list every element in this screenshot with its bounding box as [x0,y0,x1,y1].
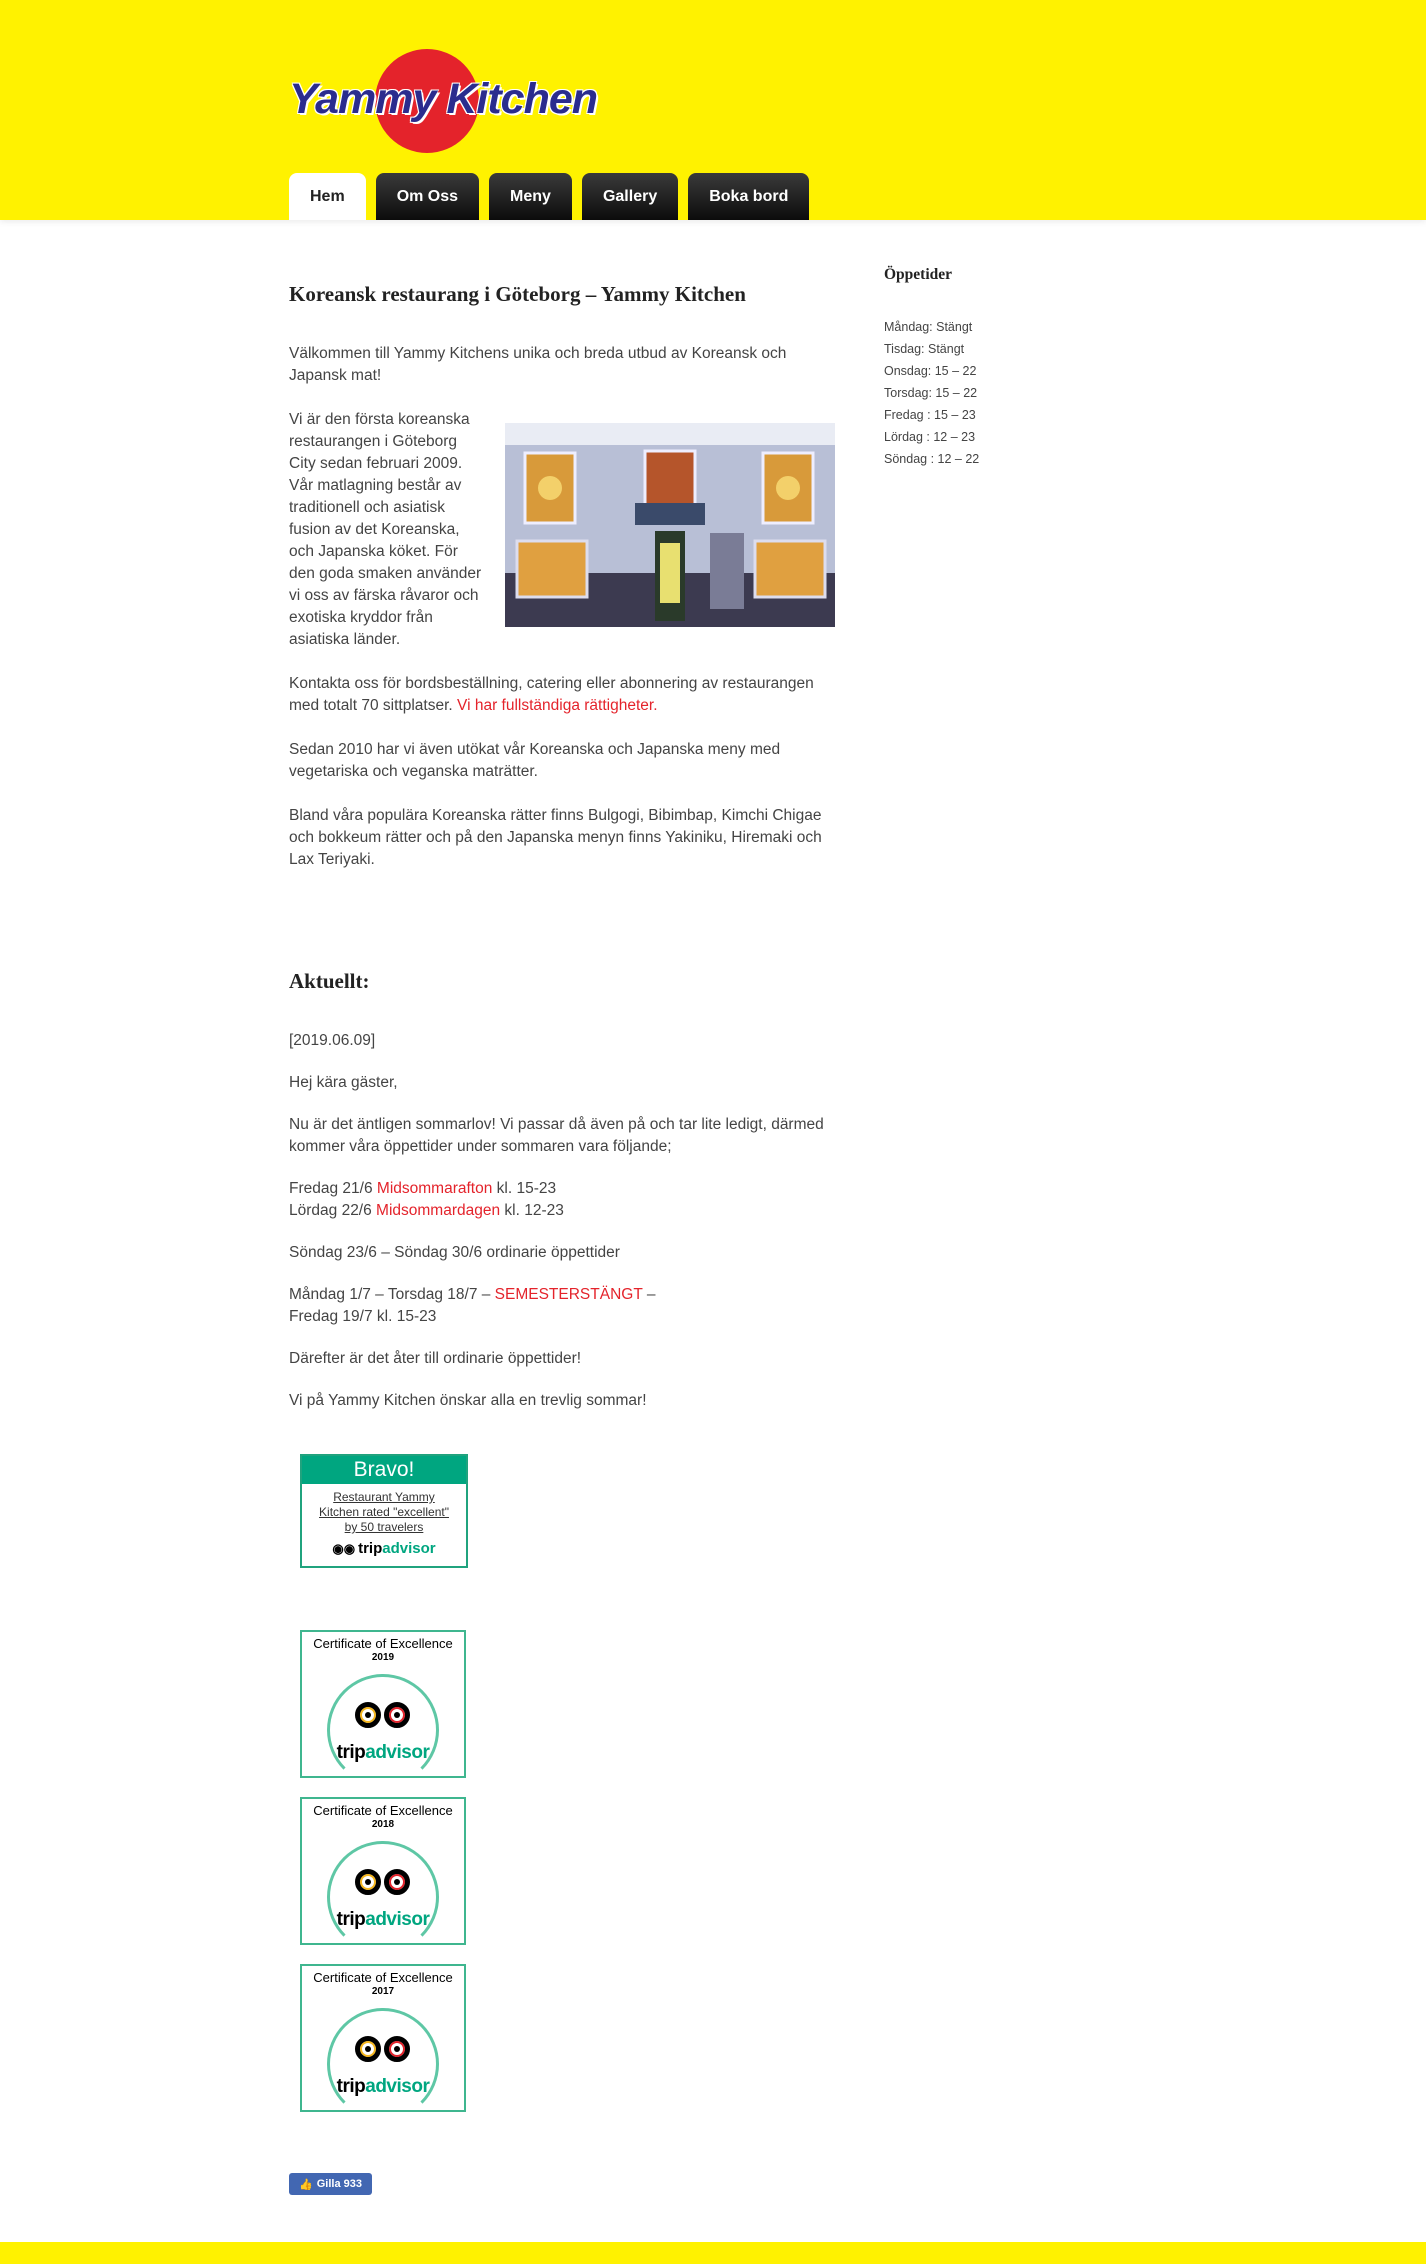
tripadvisor-logo: tripadvisor [336,1742,430,1763]
hours-item: Torsdag: 15 – 22 [884,386,978,400]
main-nav: Hem Om Oss Meny Gallery Boka bord [289,173,810,220]
facebook-like-button[interactable]: 👍 Gilla 933 [289,2173,372,2195]
cert-title: Certificate of Excellence [313,1803,453,1818]
hours-item: Onsdag: 15 – 22 [884,364,977,378]
news-date: [2019.06.09] [289,1032,376,1049]
cert-arc [327,1841,439,1953]
semesterstangt-link[interactable]: SEMESTERSTÄNGT [495,1286,643,1303]
vegan-text: Sedan 2010 har vi även utökat vår Korean… [289,741,781,780]
restaurant-photo[interactable] [505,423,835,627]
hours-item: Fredag : 15 – 23 [884,408,976,422]
tripadvisor-mini-logo: ◉◉ tripadvisor [332,1540,436,1557]
cert-title: Certificate of Excellence [313,1970,453,1985]
hours-heading: Öppetider [884,266,953,283]
nav-tab-gallery[interactable]: Gallery [581,173,679,220]
tripadvisor-logo: tripadvisor [336,2076,430,2097]
like-count: Gilla 933 [316,2178,362,2190]
news-sunday: Söndag 23/6 – Söndag 30/6 ordinarie öppe… [289,1244,620,1261]
news-midsummer: Fredag 21/6 Midsommarafton kl. 15-23 Lör… [289,1180,564,1219]
cert-year: 2017 [371,1986,395,1997]
owl-icon: ◉◉ [332,1540,356,1556]
news-heading: Aktuellt: [289,969,370,993]
nav-tab-meny[interactable]: Meny [489,173,572,220]
main-content: Koreansk restaurang i Göteborg – Yammy K… [289,280,835,1412]
site-header: Yammy Kitchen Hem Om Oss Meny Gallery Bo… [0,0,1426,220]
cert-year: 2019 [371,1652,395,1663]
about-section: Vi är den första koreanska restaurangen … [289,409,835,651]
nav-tab-hem[interactable]: Hem [289,173,366,220]
cert-arc [327,2008,439,2120]
opening-hours-list: Måndag: Stängt Tisdag: Stängt Onsdag: 15… [884,316,1044,470]
about-text: Vi är den första koreanska restaurangen … [289,411,482,648]
logo-text: Yammy Kitchen [289,75,598,123]
nav-tab-boka-bord[interactable]: Boka bord [688,173,810,220]
contact-text: Kontakta oss för bordsbeställning, cater… [289,675,814,714]
license-link[interactable]: Vi har fullständiga rättigheter. [457,697,657,714]
owl-icon [355,1869,410,1895]
cert-arc [327,1674,439,1786]
bravo-heading: Bravo! [302,1456,466,1484]
owl-icon [355,2036,410,2062]
site-logo[interactable]: Yammy Kitchen [289,45,598,157]
cert-title: Certificate of Excellence [313,1636,453,1651]
cert-year: 2018 [371,1819,395,1830]
footer-bar [0,2242,1426,2264]
intro-text: Välkommen till Yammy Kitchens unika och … [289,345,787,384]
hours-item: Måndag: Stängt [884,320,973,334]
tripadvisor-bravo-widget[interactable]: Bravo! Restaurant Yammy Kitchen rated "e… [300,1454,468,1568]
owl-icon [355,1702,410,1728]
hours-item: Söndag : 12 – 22 [884,452,980,466]
midsommarafton-link[interactable]: Midsommarafton [377,1180,492,1197]
news-summer: Nu är det äntligen sommarlov! Vi passar … [289,1116,824,1155]
popular-dishes-text: Bland våra populära Koreanska rätter fin… [289,807,822,868]
bravo-rating-link[interactable]: Restaurant Yammy Kitchen rated "excellen… [302,1490,466,1535]
hours-item: Tisdag: Stängt [884,342,965,356]
restaurant-facade-image [505,423,835,627]
news-closed: Måndag 1/7 – Torsdag 18/7 – SEMESTERSTÄN… [289,1286,656,1325]
tripadvisor-logo: tripadvisor [336,1909,430,1930]
certificate-2018[interactable]: Certificate of Excellence 2018 tripadvis… [300,1797,466,1953]
sidebar: Öppetider Måndag: Stängt Tisdag: Stängt … [884,266,1044,470]
page-title: Koreansk restaurang i Göteborg – Yammy K… [289,282,746,306]
certificate-2017[interactable]: Certificate of Excellence 2017 tripadvis… [300,1964,466,2120]
nav-tab-om-oss[interactable]: Om Oss [375,173,480,220]
news-after: Därefter är det åter till ordinarie öppe… [289,1350,582,1367]
midsommardagen-link[interactable]: Midsommardagen [376,1202,500,1219]
certificate-2019[interactable]: Certificate of Excellence 2019 tripadvis… [300,1630,466,1786]
hours-item: Lördag : 12 – 23 [884,430,976,444]
thumbs-up-icon: 👍 [299,2178,313,2191]
news-greeting: Hej kära gäster, [289,1074,398,1091]
news-wish: Vi på Yammy Kitchen önskar alla en trevl… [289,1392,647,1409]
